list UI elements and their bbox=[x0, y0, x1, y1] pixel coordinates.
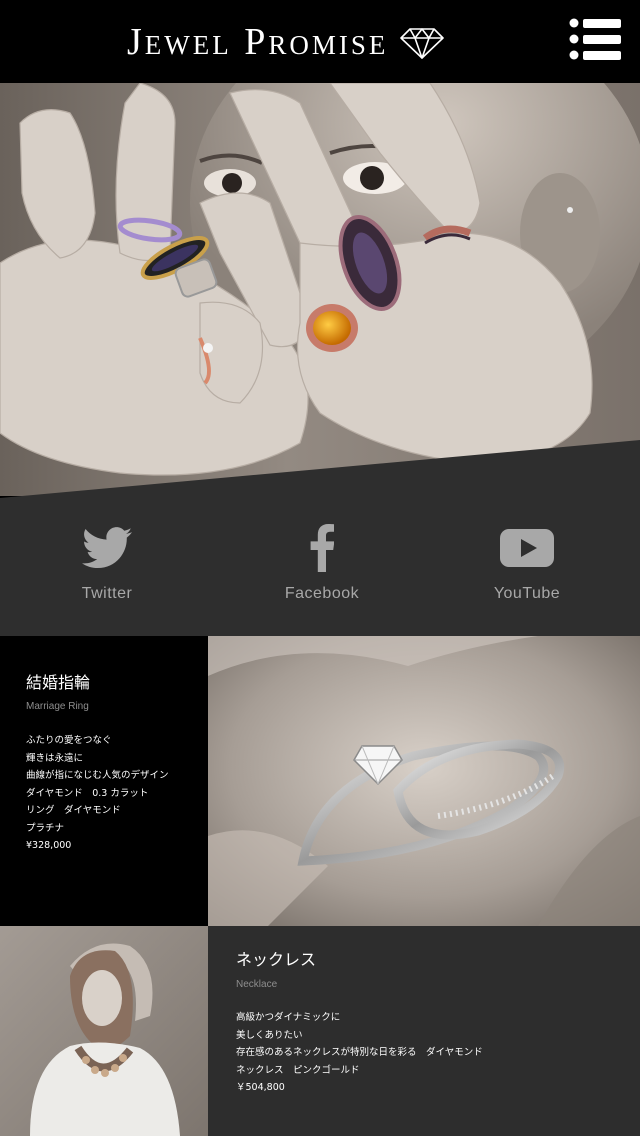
facebook-f-icon bbox=[310, 523, 334, 572]
hero-image bbox=[0, 83, 640, 496]
ring-line: ふたりの愛をつなぐ bbox=[26, 735, 112, 746]
social-label-youtube: YouTube bbox=[493, 585, 561, 602]
ring-line: プラチナ bbox=[26, 822, 65, 834]
ring-line: リング ダイヤモンド bbox=[26, 805, 121, 816]
ring-subtitle: Marriage Ring bbox=[26, 701, 89, 712]
social-link-youtube[interactable]: YouTube bbox=[447, 520, 607, 603]
diamond-icon bbox=[400, 28, 445, 59]
social-label-twitter: Twitter bbox=[81, 585, 133, 602]
brand-logo[interactable]: Jewel Promise bbox=[127, 18, 445, 66]
ring-title: 結婚指輪 bbox=[26, 673, 91, 692]
necklace-photo bbox=[0, 926, 208, 1136]
social-link-facebook[interactable]: Facebook bbox=[242, 520, 402, 603]
product-card-necklace[interactable]: ネックレス Necklace 高級かつダイナミックに 美しくありたい 存在感のあ… bbox=[208, 926, 640, 1136]
ring-line: ダイヤモンド 0.3 カラット bbox=[26, 787, 149, 799]
youtube-play-icon bbox=[500, 528, 554, 567]
ring-description: ふたりの愛をつなぐ 輝きは永遠に 曲線が指になじむ人気のデザイン ダイヤモンド … bbox=[26, 732, 169, 855]
ring-line: 曲線が指になじむ人気のデザイン bbox=[26, 770, 169, 781]
necklace-line: 高級かつダイナミックに bbox=[236, 1012, 341, 1023]
page: Jewel Promise Twitter Facebook YouTube 結… bbox=[0, 0, 640, 1136]
necklace-line: 存在感のあるネックレスが特別な日を彩る ダイヤモンド bbox=[236, 1047, 483, 1058]
product-card-ring[interactable]: 結婚指輪 Marriage Ring ふたりの愛をつなぐ 輝きは永遠に 曲線が指… bbox=[0, 636, 208, 926]
menu-icon[interactable] bbox=[569, 18, 621, 60]
twitter-bird-icon bbox=[82, 526, 132, 568]
brand-name: Jewel Promise bbox=[127, 21, 389, 63]
necklace-price: ￥504,800 bbox=[236, 1082, 285, 1093]
necklace-description: 高級かつダイナミックに 美しくありたい 存在感のあるネックレスが特別な日を彩る … bbox=[236, 1009, 483, 1097]
social-label-facebook: Facebook bbox=[284, 585, 360, 602]
necklace-title: ネックレス bbox=[236, 950, 317, 969]
social-link-twitter[interactable]: Twitter bbox=[27, 520, 187, 603]
ring-price: ¥328,000 bbox=[26, 840, 72, 851]
necklace-line: 美しくありたい bbox=[236, 1029, 303, 1041]
ring-line: 輝きは永遠に bbox=[26, 752, 84, 764]
social-section: Twitter Facebook YouTube bbox=[0, 440, 640, 636]
header-bar: Jewel Promise bbox=[0, 0, 640, 83]
necklace-line: ネックレス ピンクゴールド bbox=[236, 1064, 360, 1076]
necklace-subtitle: Necklace bbox=[236, 979, 278, 990]
ring-photo bbox=[208, 636, 640, 926]
